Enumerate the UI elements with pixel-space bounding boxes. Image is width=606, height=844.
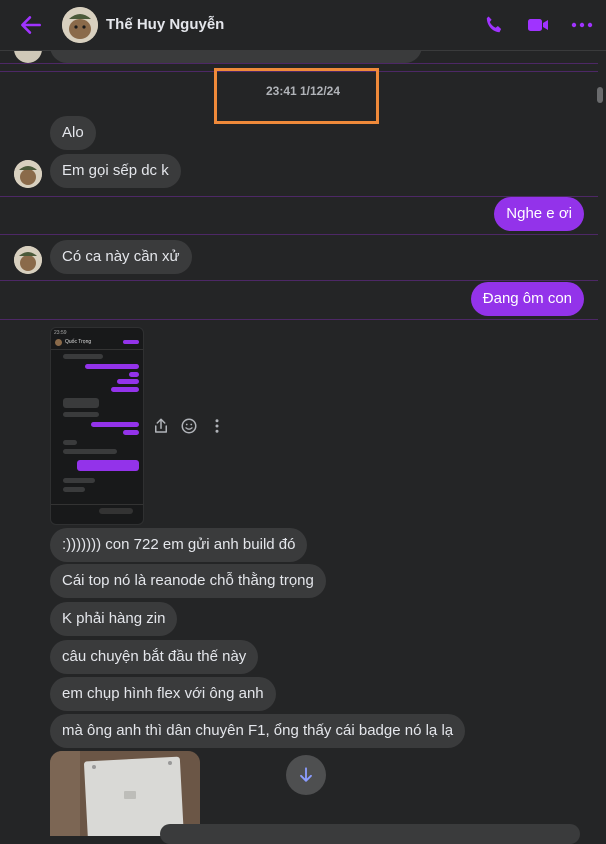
message-text: câu chuyện bắt đầu thế này: [62, 648, 247, 665]
message-text: :))))))) con 722 em gửi anh build đó: [62, 536, 296, 553]
message-bubble[interactable]: ...: [50, 51, 422, 63]
attachment-time: 23:59: [54, 330, 67, 336]
back-arrow-icon[interactable]: [18, 12, 44, 38]
chat-header: Thế Huy Nguyễn: [0, 0, 606, 51]
contact-name[interactable]: Thế Huy Nguyễn: [106, 16, 224, 33]
sender-avatar: [14, 246, 42, 274]
mini-bubble: [63, 478, 95, 483]
message-bubble-sent[interactable]: Nghe e ơi: [494, 197, 584, 231]
message-text: Đang ôm con: [482, 290, 572, 307]
message-bubble[interactable]: :))))))) con 722 em gửi anh build đó: [50, 528, 308, 562]
message-text: Nghe e ơi: [506, 205, 572, 222]
message-bubble[interactable]: câu chuyện bắt đầu thế này: [50, 640, 259, 674]
video-icon[interactable]: [526, 13, 550, 37]
more-icon[interactable]: [570, 13, 594, 37]
divider: [0, 280, 598, 281]
message-text: Em gọi sếp dc k: [62, 162, 169, 179]
mini-bubble: [117, 379, 139, 384]
mini-bubble: [63, 449, 117, 454]
message-bubble[interactable]: Alo: [50, 116, 96, 150]
message-bubble-sent[interactable]: Đang ôm con: [470, 282, 584, 316]
message-text: mà ông anh thì dân chuyên F1, ổng thấy c…: [62, 722, 454, 739]
message-text: em chụp hình flex với ông anh: [62, 685, 264, 702]
message-text: Cái top nó là reanode chỗ thằng trọng: [62, 572, 314, 589]
message-text: Alo: [62, 124, 84, 141]
more-actions-icon[interactable]: [208, 417, 226, 435]
attachment-header: Quốc Trọng: [51, 337, 143, 350]
mini-bubble: [111, 387, 139, 392]
message-bubble[interactable]: em chụp hình flex với ông anh: [50, 677, 276, 711]
arrow-down-icon: [300, 767, 312, 782]
mini-bubble: [63, 487, 85, 492]
phone-icon[interactable]: [482, 13, 506, 37]
attachment-contact: Quốc Trọng: [65, 339, 92, 345]
sender-avatar: [14, 51, 42, 63]
emoji-react-icon[interactable]: [180, 417, 198, 435]
message-bubble[interactable]: Em gọi sếp dc k: [50, 154, 181, 188]
mini-bubble: [91, 422, 139, 427]
message-text: K phải hàng zin: [62, 610, 166, 627]
mini-bubble: [63, 440, 77, 445]
mini-bubble: [63, 398, 99, 408]
message-text: Có ca này cần xử: [62, 248, 180, 265]
message-text: ...: [397, 51, 410, 54]
avatar[interactable]: [62, 7, 98, 43]
scroll-to-bottom-button[interactable]: [286, 755, 326, 795]
image-attachment[interactable]: 23:59 Quốc Trọng: [50, 327, 144, 525]
message-bubble[interactable]: K phải hàng zin: [50, 602, 178, 636]
mini-bubble: [129, 372, 139, 377]
mini-bubble: [123, 430, 139, 435]
divider: [0, 319, 598, 320]
message-bubble[interactable]: Cái top nó là reanode chỗ thằng trọng: [50, 564, 326, 598]
message-bubble[interactable]: mà ông anh thì dân chuyên F1, ổng thấy c…: [50, 714, 466, 748]
divider: [0, 63, 598, 64]
mini-composer: [51, 504, 143, 517]
mini-bubble: [85, 364, 139, 369]
highlight-box: [214, 68, 379, 124]
mini-bubble: [63, 412, 99, 417]
mini-bubble: [63, 354, 103, 359]
message-bubble[interactable]: Có ca này cần xử: [50, 240, 192, 274]
sender-avatar: [14, 160, 42, 188]
divider: [0, 234, 598, 235]
share-icon[interactable]: [152, 417, 170, 435]
message-composer[interactable]: [160, 824, 580, 844]
mini-bubble: [77, 460, 139, 471]
message-thread[interactable]: ... 23:41 1/12/24 Alo Em gọi sếp dc k Ng…: [0, 51, 606, 836]
